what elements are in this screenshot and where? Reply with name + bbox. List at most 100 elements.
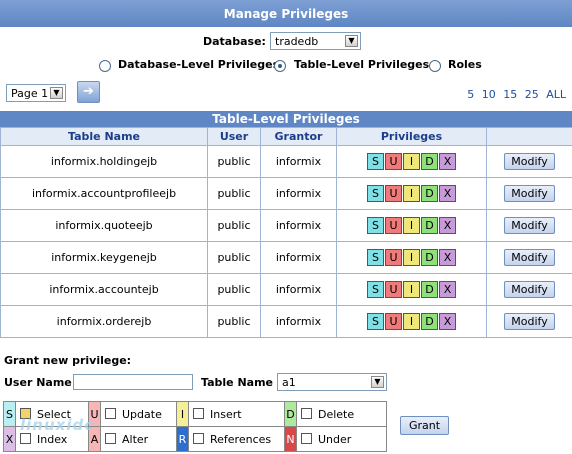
col-header-action [486, 127, 572, 146]
table-name-select[interactable]: a1 ▼ [277, 373, 387, 391]
privilege-chip-x[interactable]: X [439, 217, 456, 234]
checkbox-update[interactable] [105, 407, 116, 419]
user-name-label: User Name [4, 376, 72, 389]
radio-table-level[interactable] [274, 60, 286, 72]
privilege-chip-i[interactable]: I [403, 153, 420, 170]
privilege-chip-d[interactable]: D [421, 281, 438, 298]
cell-action: Modify [486, 273, 572, 306]
grant-section-title: Grant new privilege: [4, 354, 132, 367]
modify-button[interactable]: Modify [504, 217, 555, 234]
modify-button[interactable]: Modify [504, 313, 555, 330]
checkbox-label: Under [318, 432, 352, 446]
modify-button[interactable]: Modify [504, 185, 555, 202]
checkbox-under[interactable] [301, 432, 312, 444]
radio-roles-label: Roles [448, 58, 482, 71]
privilege-chip-i[interactable]: I [403, 249, 420, 266]
privilege-chip-u[interactable]: U [385, 153, 402, 170]
cell-table-name: informix.orderejb [0, 305, 208, 338]
checkbox-insert[interactable] [193, 407, 204, 419]
page-size-10[interactable]: 10 [482, 88, 496, 101]
col-header-privileges: Privileges [336, 127, 487, 146]
privilege-chip-s[interactable]: S [367, 185, 384, 202]
table-row: informix.orderejb public informix S U I D X Modi… [0, 305, 572, 338]
modify-button[interactable]: Modify [504, 281, 555, 298]
cell-user: public [207, 209, 261, 242]
privilege-chip-d[interactable]: D [421, 217, 438, 234]
radio-database-level[interactable] [99, 60, 111, 72]
user-name-input[interactable] [73, 374, 193, 390]
database-value: tradedb [275, 35, 319, 48]
col-header-user: User [207, 127, 261, 146]
page-size-all[interactable]: ALL [546, 88, 566, 101]
privilege-chip-u[interactable]: U [385, 185, 402, 202]
privilege-chip-d[interactable]: D [421, 313, 438, 330]
privilege-chip-d[interactable]: D [421, 249, 438, 266]
go-button[interactable]: ➔ [77, 81, 100, 103]
privilege-chip-x[interactable]: X [439, 153, 456, 170]
table-header-row: Table Name User Grantor Privileges [0, 127, 572, 146]
checkbox-index[interactable] [20, 432, 31, 444]
col-header-table-name: Table Name [0, 127, 208, 146]
privilege-chip-u[interactable]: U [385, 313, 402, 330]
cell-user: public [207, 241, 261, 274]
privilege-chip-s[interactable]: S [367, 313, 384, 330]
table-row: informix.accountejb public informix S U I D X Mo… [0, 273, 572, 306]
cell-privileges: SUIDX [336, 305, 487, 338]
privilege-chip-x[interactable]: X [439, 281, 456, 298]
page-size-5[interactable]: 5 [467, 88, 474, 101]
cell-grantor: informix [260, 273, 337, 306]
cell-privileges: SUIDX [336, 273, 487, 306]
privilege-chip-i[interactable]: I [403, 313, 420, 330]
privilege-letter-r: R [176, 426, 189, 452]
page-select[interactable]: Page 1 ▼ [6, 84, 66, 102]
table-row: informix.keygenejb public informix S U I D X Mod… [0, 241, 572, 274]
privilege-chip-d[interactable]: D [421, 185, 438, 202]
privilege-chip-s[interactable]: S [367, 281, 384, 298]
col-header-grantor: Grantor [260, 127, 337, 146]
privilege-chip-i[interactable]: I [403, 281, 420, 298]
privilege-chip-i[interactable]: I [403, 217, 420, 234]
privilege-chip-u[interactable]: U [385, 281, 402, 298]
privilege-letter-x: X [3, 426, 16, 452]
privilege-chip-d[interactable]: D [421, 153, 438, 170]
privilege-letter-i: I [176, 401, 189, 427]
checkbox-references[interactable] [193, 432, 204, 444]
page-select-value: Page 1 [11, 87, 49, 100]
privilege-chip-u[interactable]: U [385, 217, 402, 234]
cell-grantor: informix [260, 145, 337, 178]
privilege-option: Alter [100, 426, 177, 452]
database-row: Database: tradedb ▼ [0, 32, 572, 52]
grant-button[interactable]: Grant [400, 416, 450, 435]
radio-table-level-label: Table-Level Privileges [294, 58, 430, 71]
checkbox-label: Index [37, 432, 68, 446]
privilege-letter-s: S [3, 401, 16, 427]
checkbox-delete[interactable] [301, 407, 312, 419]
privilege-option: Update [100, 401, 177, 427]
page-size-15[interactable]: 15 [503, 88, 517, 101]
cell-table-name: informix.accountejb [0, 273, 208, 306]
page-size-25[interactable]: 25 [525, 88, 539, 101]
privilege-option: References [188, 426, 285, 452]
cell-user: public [207, 177, 261, 210]
modify-button[interactable]: Modify [504, 153, 555, 170]
privilege-chip-x[interactable]: X [439, 313, 456, 330]
cell-user: public [207, 145, 261, 178]
privilege-chip-x[interactable]: X [439, 185, 456, 202]
radio-roles[interactable] [429, 60, 441, 72]
checkbox-alter[interactable] [105, 432, 116, 444]
cell-table-name: informix.accountprofileejb [0, 177, 208, 210]
cell-action: Modify [486, 241, 572, 274]
privileges-table: Table Name User Grantor Privileges infor… [0, 127, 572, 338]
privilege-chip-i[interactable]: I [403, 185, 420, 202]
cell-privileges: SUIDX [336, 209, 487, 242]
database-select[interactable]: tradedb ▼ [270, 32, 361, 50]
privilege-chip-s[interactable]: S [367, 217, 384, 234]
privilege-chip-x[interactable]: X [439, 249, 456, 266]
cell-table-name: informix.holdingejb [0, 145, 208, 178]
cell-privileges: SUIDX [336, 241, 487, 274]
cell-table-name: informix.keygenejb [0, 241, 208, 274]
privilege-chip-s[interactable]: S [367, 249, 384, 266]
modify-button[interactable]: Modify [504, 249, 555, 266]
privilege-chip-s[interactable]: S [367, 153, 384, 170]
privilege-chip-u[interactable]: U [385, 249, 402, 266]
